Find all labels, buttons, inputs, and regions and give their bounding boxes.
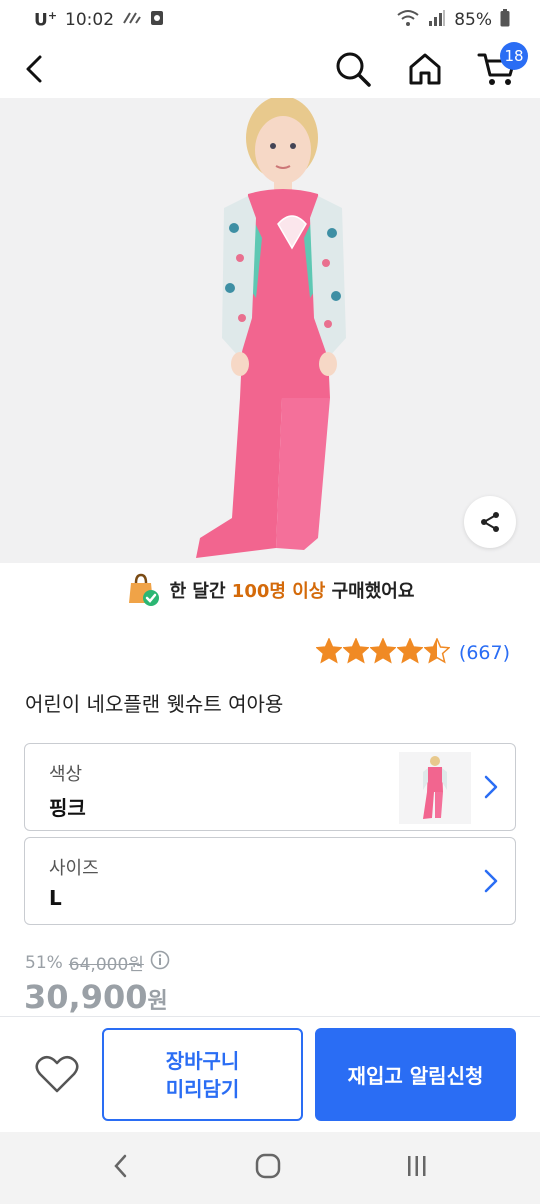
color-option-selector[interactable]: 색상 핑크 (24, 743, 516, 831)
search-icon (336, 52, 371, 87)
product-image[interactable] (0, 98, 540, 563)
purchase-count-banner: 한 달간 100명 이상 구매했어요 (0, 570, 540, 610)
size-option-label: 사이즈 (49, 858, 99, 879)
back-button[interactable] (12, 46, 58, 92)
wishlist-button[interactable] (34, 1053, 80, 1095)
color-thumbnail (399, 752, 471, 824)
star-icon (369, 637, 397, 664)
heart-icon (35, 1056, 79, 1093)
star-icon (315, 637, 343, 664)
nav-home-button[interactable] (254, 1152, 282, 1184)
notification-icon (150, 10, 164, 31)
rating[interactable]: (667) (315, 637, 510, 668)
battery-percent: 85% (454, 10, 492, 30)
star-icon (423, 637, 451, 664)
sale-price: 30,900원 (24, 978, 168, 1016)
data-saver-icon (122, 10, 142, 30)
product-title: 어린이 네오플랜 웻슈트 여아용 (25, 692, 284, 716)
chevron-right-icon (483, 868, 499, 898)
search-button[interactable] (330, 46, 376, 92)
home-button[interactable] (402, 46, 448, 92)
star-icon (396, 637, 424, 664)
nav-recents-icon (407, 1156, 426, 1176)
original-price: 64,000원 (68, 955, 144, 975)
carrier-label: U+ (34, 9, 58, 31)
cart-button[interactable]: 18 (474, 42, 528, 92)
home-icon (409, 53, 441, 85)
discount-rate: 51% (25, 952, 63, 973)
signal-icon (428, 9, 446, 31)
color-option-label: 색상 (49, 764, 83, 785)
app-bar: 18 (0, 40, 540, 98)
clock: 10:02 (65, 10, 115, 30)
nav-recents-button[interactable] (405, 1154, 429, 1182)
cart-badge: 18 (500, 42, 528, 70)
share-icon (481, 512, 499, 532)
battery-icon (500, 8, 510, 32)
wetsuit-photo (0, 98, 540, 563)
system-nav-bar (0, 1132, 540, 1204)
star-icon (342, 637, 370, 664)
nav-back-icon (114, 1154, 127, 1178)
restock-alert-button[interactable]: 재입고 알림신청 (315, 1028, 516, 1121)
nav-back-button[interactable] (111, 1153, 131, 1183)
nav-home-icon (255, 1153, 281, 1179)
size-option-value: L (49, 886, 62, 910)
add-to-cart-button[interactable]: 장바구니 미리담기 (102, 1028, 303, 1121)
discount-line: 51% 64,000원 (25, 950, 170, 975)
purchase-count-text: 한 달간 100명 이상 구매했어요 (169, 581, 415, 602)
back-icon (26, 55, 42, 83)
star-rating (315, 637, 451, 668)
review-count[interactable]: (667) (459, 642, 510, 664)
bottom-action-bar: 장바구니 미리담기 재입고 알림신청 (0, 1016, 540, 1132)
info-icon[interactable] (150, 950, 170, 975)
wifi-icon (396, 9, 420, 32)
status-bar: U+ 10:02 85% (0, 0, 540, 40)
size-option-selector[interactable]: 사이즈 L (24, 837, 516, 925)
chevron-right-icon (483, 774, 499, 804)
color-option-value: 핑크 (49, 796, 86, 820)
share-button[interactable] (464, 496, 516, 548)
shopping-bag-check-icon (128, 573, 159, 606)
